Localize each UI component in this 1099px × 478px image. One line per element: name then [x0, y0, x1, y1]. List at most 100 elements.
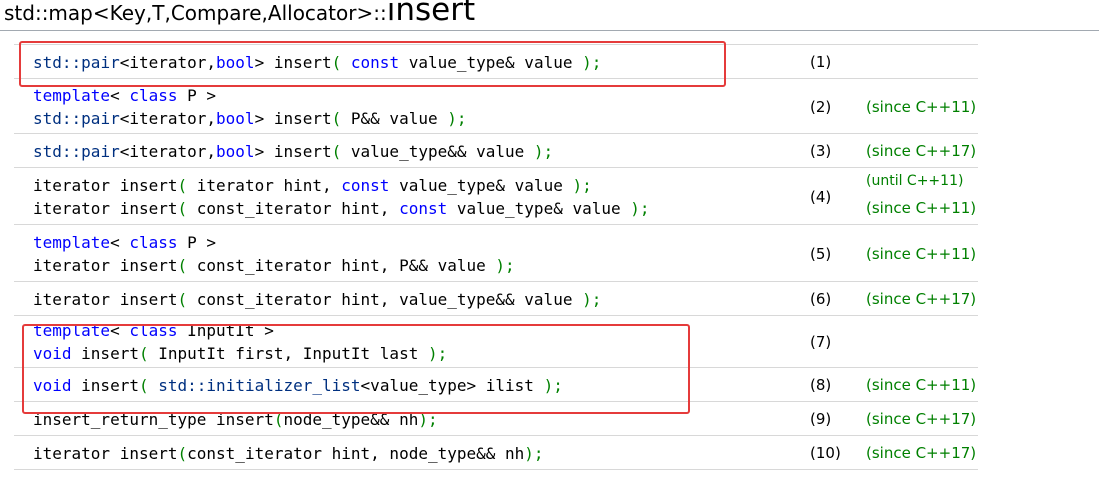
code-token: ( — [138, 344, 149, 363]
code-token: insert_return_type insert — [33, 410, 274, 429]
code-token: iterator insert — [33, 256, 178, 275]
declaration-code: template< class InputIt > void insert( In… — [33, 319, 447, 365]
overload-number: (2) — [810, 98, 832, 116]
code-token: < — [110, 86, 130, 105]
code-token: <iterator, — [119, 109, 217, 128]
version-badge: (since C++11) — [866, 199, 977, 217]
code-token: template — [33, 321, 111, 340]
code-line: iterator insert( const_iterator hint, va… — [33, 288, 601, 311]
code-token: P > — [177, 233, 217, 252]
code-token: const_iterator hint, P&& value — [187, 256, 496, 275]
overload-number: (5) — [810, 245, 832, 263]
code-token: value_type&& value — [341, 142, 534, 161]
code-token: <value_type> ilist — [360, 376, 544, 395]
code-token: insert — [71, 344, 139, 363]
declaration-code: insert_return_type insert(node_type&& nh… — [33, 408, 438, 431]
code-line: iterator insert( const_iterator hint, P&… — [33, 254, 515, 277]
code-token: const — [399, 199, 448, 218]
declaration-row: iterator insert( const_iterator hint, va… — [14, 282, 978, 316]
code-token: iterator insert — [33, 444, 178, 463]
code-token: ( — [177, 290, 188, 309]
code-token: value_type& value — [447, 199, 631, 218]
code-token: ); — [495, 256, 515, 275]
declaration-row: std::pair<iterator,bool> insert( value_t… — [14, 134, 978, 168]
declaration-row: void insert( std::initializer_list<value… — [14, 368, 978, 402]
overload-number: (1) — [810, 53, 832, 71]
code-token: std:: — [158, 376, 207, 395]
code-token: bool — [216, 142, 255, 161]
declaration-row: template< class P >std::pair<iterator,bo… — [14, 79, 978, 134]
code-token: const_iterator hint, value_type&& value — [187, 290, 583, 309]
code-token: value_type& value — [389, 176, 573, 195]
code-token: const — [350, 53, 400, 72]
code-token: std:: — [33, 53, 82, 72]
declaration-code: template< class P >std::pair<iterator,bo… — [33, 84, 467, 130]
declaration-row: template< class InputIt > void insert( In… — [14, 316, 978, 368]
code-line: template< class InputIt > — [33, 319, 447, 342]
version-badge: (since C++11) — [866, 245, 977, 263]
code-line: void insert( InputIt first, InputIt last… — [33, 342, 447, 365]
code-token: node_type&& nh — [283, 410, 419, 429]
page-title-function: insert — [386, 0, 476, 28]
code-token: iterator insert — [33, 176, 178, 195]
declaration-row: insert_return_type insert(node_type&& nh… — [14, 402, 978, 436]
page-title-scope: std::map<Key,T,Compare,Allocator>:: — [4, 1, 387, 25]
code-line: iterator insert( const_iterator hint, co… — [33, 197, 650, 220]
code-token: ( — [331, 53, 342, 72]
code-line: std::pair<iterator,bool> insert( const v… — [33, 51, 601, 74]
code-token: > insert — [254, 109, 332, 128]
code-token: const_iterator hint, — [187, 199, 400, 218]
code-token: bool — [216, 109, 255, 128]
code-token: ); — [543, 376, 563, 395]
code-token: P&& value — [341, 109, 448, 128]
declaration-code: iterator insert(const_iterator hint, nod… — [33, 442, 544, 465]
code-token: ); — [582, 290, 602, 309]
code-token: pair — [81, 109, 120, 128]
overload-number: (3) — [810, 142, 832, 160]
overload-number: (8) — [810, 376, 832, 394]
code-token: > insert — [254, 53, 332, 72]
code-token: pair — [81, 53, 120, 72]
code-line: template< class P > — [33, 231, 515, 254]
code-token: bool — [216, 53, 255, 72]
code-line: std::pair<iterator,bool> insert( value_t… — [33, 140, 553, 163]
overload-number: (7) — [810, 333, 832, 351]
code-token: void — [33, 344, 72, 363]
overload-number: (10) — [810, 444, 841, 462]
version-badge: (since C++17) — [866, 444, 977, 462]
declaration-table: std::pair<iterator,bool> insert( const v… — [14, 44, 978, 470]
code-token: std:: — [33, 109, 82, 128]
code-token: <iterator, — [119, 53, 217, 72]
code-token: value_type& value — [399, 53, 583, 72]
code-token: template — [33, 233, 111, 252]
code-token: ( — [331, 109, 342, 128]
code-token: pair — [81, 142, 120, 161]
code-token: ); — [427, 344, 448, 363]
code-token: ( — [177, 256, 188, 275]
code-token: InputIt first, InputIt last — [148, 344, 428, 363]
version-badge: (since C++11) — [866, 376, 977, 394]
code-token: initializer_list — [206, 376, 361, 395]
code-token: ( — [331, 142, 342, 161]
code-token: const — [341, 176, 390, 195]
declaration-row: template< class P > iterator insert( cons… — [14, 225, 978, 282]
code-token: const_iterator hint, node_type&& nh — [187, 444, 525, 463]
code-token: < — [110, 321, 130, 340]
code-token: > insert — [254, 142, 332, 161]
code-token: InputIt > — [177, 321, 274, 340]
code-token: class — [129, 86, 178, 105]
title-divider — [0, 30, 1099, 31]
code-token: template — [33, 86, 111, 105]
code-line: iterator insert( iterator hint, const va… — [33, 174, 650, 197]
code-token: < — [110, 233, 130, 252]
code-token: ); — [582, 53, 602, 72]
code-token: insert — [71, 376, 139, 395]
code-token: void — [33, 376, 72, 395]
code-token: ( — [177, 176, 188, 195]
overload-number: (9) — [810, 410, 832, 428]
code-line: template< class P > — [33, 84, 467, 107]
code-token: ( — [177, 199, 188, 218]
overload-number: (4) — [810, 188, 832, 206]
code-token: ); — [524, 444, 544, 463]
